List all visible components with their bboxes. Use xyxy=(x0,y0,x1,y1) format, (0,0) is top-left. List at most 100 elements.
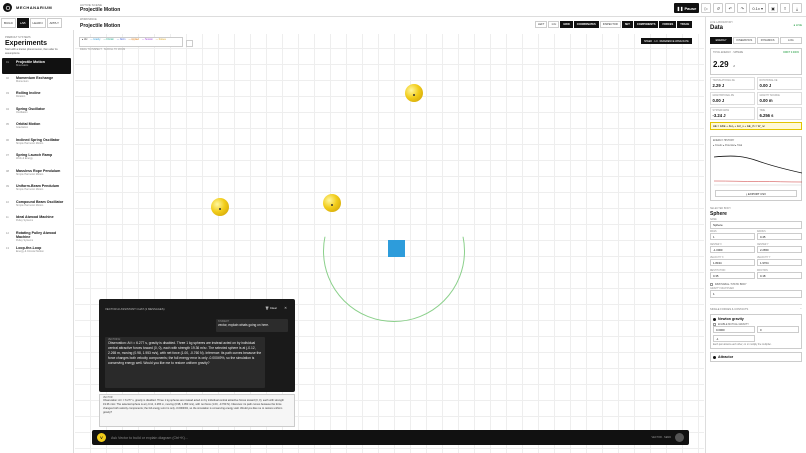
experiment-item[interactable]: 12 Rotating Pulley Atwood Machine Pulley S… xyxy=(2,229,71,245)
exponent-input[interactable]: -1 xyxy=(713,335,755,342)
gravity-multiplier-input[interactable]: 1 xyxy=(710,290,802,298)
property-input[interactable]: 2.2650 xyxy=(757,246,802,253)
selected-title: Sphere xyxy=(710,211,727,217)
tab-log-label: LOG xyxy=(788,39,794,42)
redo-icon[interactable]: ↷ xyxy=(737,3,748,13)
property-input[interactable]: -1.0000 xyxy=(710,246,755,253)
nav-apply[interactable]: APPLY xyxy=(46,18,62,28)
experiment-item[interactable]: 04 Spring Oscillator Oscillation xyxy=(2,105,71,121)
toggle-icon[interactable] xyxy=(713,355,716,359)
export-csv-button[interactable]: ⤓ EXPORT CSV xyxy=(715,190,797,197)
collapse-icon[interactable]: ⌃ xyxy=(800,308,802,311)
save-icon[interactable]: ▣ xyxy=(768,3,778,13)
toggle-icon[interactable] xyxy=(713,317,716,321)
pause-label: Pause xyxy=(684,5,697,11)
close-icon[interactable]: ✕ xyxy=(284,306,287,310)
energy-cell: SYSTEM MASS -3.24 J xyxy=(710,107,755,120)
experiment-item[interactable]: 07 Spring Launch Ramp Work & Energy xyxy=(2,151,71,167)
data-section: LIVE LABORATORY xyxy=(710,21,733,24)
tool-grid[interactable]: GRID xyxy=(560,21,573,28)
tab-dynamics[interactable]: DYNAMICS xyxy=(756,37,779,44)
nav-lab-label: LAB xyxy=(19,21,26,25)
energy-cell: TRANSLATIONAL KE 2.29 J xyxy=(710,77,755,90)
newton-gravity-card: Newton gravity ENABLE MUTUAL GRAVITY 0.0… xyxy=(710,314,802,349)
experiment-item[interactable]: 06 Inclined Spring Oscillator Simple Harmo… xyxy=(2,136,71,152)
property-input[interactable]: 0.18 xyxy=(757,272,802,279)
zoom-select[interactable]: 0.1x ▾ xyxy=(749,3,766,13)
tool-set[interactable]: SET xyxy=(621,21,633,28)
experiment-item[interactable]: 03 Rolling Incline Rotation xyxy=(2,89,71,105)
sphere-3[interactable] xyxy=(323,194,341,212)
experiment-subtitle: Simple Harmonic Motion xyxy=(16,141,44,145)
legend-normal: — Norm xyxy=(116,39,126,41)
experiment-item[interactable]: 08 Massless Rope Pendulum Simple Harmonic … xyxy=(2,167,71,183)
experiment-number: 01 xyxy=(6,61,9,64)
legend-toggle-button[interactable] xyxy=(186,40,193,47)
experiment-subtitle: Energy & Circular Motion xyxy=(16,250,44,253)
legend-forces: — Forces xyxy=(155,39,166,41)
experiment-number: 12 xyxy=(6,231,9,235)
scene-title: Projectile Motion xyxy=(80,7,121,13)
tool-left-label: LEFT xyxy=(538,23,545,26)
experiment-item[interactable]: 01 Projectile Motion Kinematics xyxy=(2,58,71,74)
tool-grid-label: GRID xyxy=(563,23,570,26)
tab-log[interactable]: LOG xyxy=(779,37,802,44)
sphere-2[interactable] xyxy=(211,198,229,216)
send-button[interactable] xyxy=(675,433,684,442)
name-input[interactable]: Sphere xyxy=(710,221,802,229)
tab-kinematics[interactable]: KINEMATICS xyxy=(733,37,756,44)
nav-build-label: BUILD xyxy=(4,21,13,25)
data-title: Data xyxy=(710,25,724,31)
tool-left[interactable]: LEFT xyxy=(535,21,548,28)
property-input[interactable]: 0.45 xyxy=(757,233,802,240)
sphere-1[interactable] xyxy=(405,84,423,102)
energy-equation: ΔE = ΔKE + ΔU₉ + ΔU_s + ΔE_th = W_nc xyxy=(710,122,802,130)
strength-input[interactable]: 0.0000 xyxy=(713,326,755,333)
download-icon[interactable]: ⤓ xyxy=(792,3,802,13)
experiment-number: 03 xyxy=(6,92,9,95)
tool-coordinates[interactable]: COORDINATES xyxy=(573,21,599,28)
property-field: RESTITUTION 0.35 xyxy=(710,268,755,279)
cell-value: -3.24 J xyxy=(712,112,726,118)
experiment-item[interactable]: 13 Loop-the-Loop Energy & Circular Motion xyxy=(2,244,71,260)
experiment-list: 01 Projectile Motion Kinematics 02 Momentum … xyxy=(0,58,73,260)
tool-components[interactable]: COMPONENTS xyxy=(633,21,659,28)
tab-energy[interactable]: ENERGY xyxy=(710,37,733,44)
step-button[interactable]: ▷ xyxy=(701,3,712,13)
experiment-item[interactable]: 10 Compound Beam Oscillator Simple Harmoni… xyxy=(2,198,71,214)
property-input[interactable]: 1 xyxy=(710,233,755,240)
tool-forces[interactable]: FORCES xyxy=(659,21,677,28)
tool-scale[interactable]: 1.0x xyxy=(548,21,560,28)
experiment-item[interactable]: 11 Ideal Atwood Machine Pulley Systems xyxy=(2,213,71,229)
prompt-input[interactable]: Ask Vector to build or explain diagram (… xyxy=(111,436,651,440)
chat-clear-button[interactable]: 🗑 Clear xyxy=(265,306,277,310)
note-text: Observation: At t = 6.277 s, gravity is … xyxy=(103,399,284,414)
nav-learn[interactable]: LEARN xyxy=(29,18,46,28)
nav-build[interactable]: BUILD xyxy=(1,18,16,28)
user-text: vector, explain whats going on here. xyxy=(218,323,269,327)
property-field: VELOCITY X 1.8434 xyxy=(710,255,755,266)
cell-label: TIME xyxy=(759,109,766,112)
undo-icon[interactable]: ↶ xyxy=(725,3,736,13)
static-checkbox[interactable]: IMMOVABLE / STATIC BODY xyxy=(710,283,802,286)
tool-trace[interactable]: TRACE xyxy=(677,21,693,28)
export-icon[interactable]: ⇪ xyxy=(780,3,790,13)
cell-value: 0.00 m xyxy=(759,97,773,103)
tool-inspector[interactable]: INSPECTOR xyxy=(599,21,621,28)
nav-lab[interactable]: LAB xyxy=(16,18,29,28)
property-input[interactable]: 1.8434 xyxy=(710,259,755,266)
reset-icon[interactable]: ↺ xyxy=(713,3,724,13)
tool-set-label: SET xyxy=(624,23,630,26)
experiment-item[interactable]: 05 Orbital Motion Gravitation xyxy=(2,120,71,136)
nav-learn-label: LEARN xyxy=(32,21,43,25)
attractor-block[interactable] xyxy=(388,240,405,257)
property-input[interactable]: 1.9704 xyxy=(757,259,802,266)
experiment-item[interactable]: 09 Uniform-Beam Pendulum Simple Harmonic M… xyxy=(2,182,71,198)
softening-input[interactable]: 0 xyxy=(757,326,799,333)
experiment-title: Rotating Pulley Atwood Machine xyxy=(16,230,57,239)
pause-button[interactable]: ❚❚ Pause xyxy=(673,3,700,13)
experiment-number: 05 xyxy=(6,123,9,126)
property-input[interactable]: 0.35 xyxy=(710,272,755,279)
legend-gravity: — Gravity xyxy=(90,39,101,41)
experiment-item[interactable]: 02 Momentum Exchange Momentum xyxy=(2,74,71,90)
